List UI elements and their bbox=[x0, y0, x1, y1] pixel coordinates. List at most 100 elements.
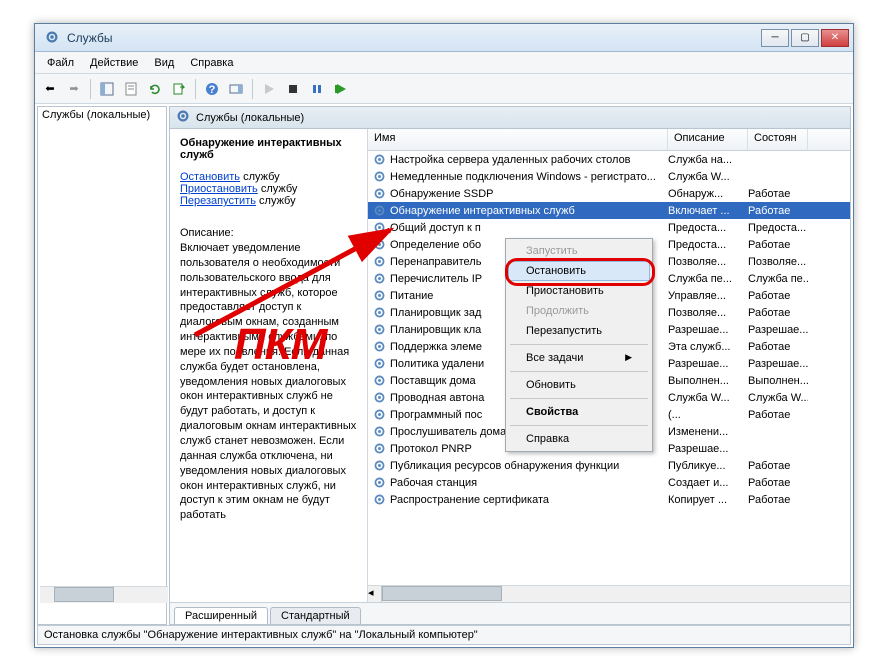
service-desc: Служба W... bbox=[668, 171, 748, 183]
service-desc: Изменени... bbox=[668, 426, 748, 438]
service-desc: Разрешае... bbox=[668, 443, 748, 455]
gear-icon bbox=[371, 408, 387, 421]
service-state: Разрешае... bbox=[748, 358, 808, 370]
titlebar[interactable]: Службы ─ ▢ ✕ bbox=[35, 24, 853, 52]
description-text: Включает уведомление пользователя о необ… bbox=[180, 241, 357, 523]
svg-text:?: ? bbox=[209, 84, 216, 96]
col-state[interactable]: Состоян bbox=[748, 129, 808, 150]
gear-icon bbox=[371, 442, 387, 455]
tab-standard[interactable]: Стандартный bbox=[270, 607, 361, 624]
show-hide-button[interactable] bbox=[96, 78, 118, 100]
service-row[interactable]: Распространение сертификатаКопирует ...Р… bbox=[368, 491, 850, 508]
ctx-pause[interactable]: Приостановить bbox=[508, 281, 650, 301]
maximize-button[interactable]: ▢ bbox=[791, 29, 819, 47]
service-row[interactable]: Публикация ресурсов обнаружения функцииП… bbox=[368, 457, 850, 474]
restart-service-button[interactable] bbox=[330, 78, 352, 100]
service-state: Выполнен... bbox=[748, 375, 808, 387]
export-button[interactable] bbox=[168, 78, 190, 100]
gear-icon bbox=[371, 476, 387, 489]
service-name: Рабочая станция bbox=[390, 477, 668, 489]
detail-title: Обнаружение интерактивных служб bbox=[180, 137, 357, 161]
service-state: Работае bbox=[748, 239, 808, 251]
service-row[interactable]: Рабочая станцияСоздает и...Работае bbox=[368, 474, 850, 491]
service-name: Настройка сервера удаленных рабочих стол… bbox=[390, 154, 668, 166]
service-name: Обнаружение интерактивных служб bbox=[390, 205, 668, 217]
ctx-properties[interactable]: Свойства bbox=[508, 402, 650, 422]
service-desc: Служба пе... bbox=[668, 273, 748, 285]
service-row[interactable]: Общий доступ к пПредоста...Предоста... bbox=[368, 219, 850, 236]
refresh-button[interactable] bbox=[144, 78, 166, 100]
menu-view[interactable]: Вид bbox=[146, 54, 182, 72]
service-state: Работае bbox=[748, 290, 808, 302]
tree-item-services-local[interactable]: Службы (локальные) bbox=[38, 107, 166, 123]
service-desc: Включает ... bbox=[668, 205, 748, 217]
stop-service-button[interactable] bbox=[282, 78, 304, 100]
service-state: Позволяе... bbox=[748, 256, 808, 268]
service-desc: Обнаруж... bbox=[668, 188, 748, 200]
start-service-button[interactable] bbox=[258, 78, 280, 100]
properties-button[interactable] bbox=[120, 78, 142, 100]
service-desc: Создает и... bbox=[668, 477, 748, 489]
service-state: Работае bbox=[748, 205, 808, 217]
gear-icon bbox=[371, 187, 387, 200]
service-desc: Служба на... bbox=[668, 154, 748, 166]
col-name[interactable]: Имя bbox=[368, 129, 668, 150]
service-name: Публикация ресурсов обнаружения функции bbox=[390, 460, 668, 472]
gear-icon bbox=[371, 238, 387, 251]
service-desc: Разрешае... bbox=[668, 324, 748, 336]
pause-service-button[interactable] bbox=[306, 78, 328, 100]
gear-icon bbox=[371, 459, 387, 472]
list-header: Имя Описание Состоян bbox=[368, 129, 850, 151]
service-name: Немедленные подключения Windows - регист… bbox=[390, 171, 668, 183]
description-label: Описание: bbox=[180, 227, 357, 239]
service-row[interactable]: Настройка сервера удаленных рабочих стол… bbox=[368, 151, 850, 168]
service-row[interactable]: Обнаружение SSDPОбнаруж...Работае bbox=[368, 185, 850, 202]
stop-link[interactable]: Остановить bbox=[180, 171, 240, 183]
service-row[interactable]: Обнаружение интерактивных службВключает … bbox=[368, 202, 850, 219]
help-button[interactable]: ? bbox=[201, 78, 223, 100]
gear-icon bbox=[371, 272, 387, 285]
toolbar: ⬅ ➡ ? bbox=[35, 74, 853, 104]
ctx-all-tasks[interactable]: Все задачи▶ bbox=[508, 348, 650, 368]
service-desc: Разрешае... bbox=[668, 358, 748, 370]
gear-icon bbox=[371, 306, 387, 319]
gear-icon bbox=[371, 340, 387, 353]
ctx-help[interactable]: Справка bbox=[508, 429, 650, 449]
ctx-restart[interactable]: Перезапустить bbox=[508, 321, 650, 341]
menu-action[interactable]: Действие bbox=[82, 54, 146, 72]
pause-link[interactable]: Приостановить bbox=[180, 183, 258, 195]
service-desc: (... bbox=[668, 409, 748, 421]
service-state: Служба пе... bbox=[748, 273, 808, 285]
ctx-stop[interactable]: Остановить bbox=[508, 261, 650, 281]
menu-help[interactable]: Справка bbox=[182, 54, 241, 72]
gear-icon bbox=[371, 170, 387, 183]
forward-button[interactable]: ➡ bbox=[63, 78, 85, 100]
service-desc: Выполнен... bbox=[668, 375, 748, 387]
service-state: Работае bbox=[748, 494, 808, 506]
menu-file[interactable]: Файл bbox=[39, 54, 82, 72]
console-tree[interactable]: Службы (локальные) bbox=[37, 106, 167, 625]
action-pane-button[interactable] bbox=[225, 78, 247, 100]
detail-pane: Обнаружение интерактивных служб Останови… bbox=[170, 129, 368, 602]
service-desc: Публикуе... bbox=[668, 460, 748, 472]
window-title: Службы bbox=[67, 31, 761, 45]
service-name: Общий доступ к п bbox=[390, 222, 668, 234]
result-header: Службы (локальные) bbox=[170, 107, 850, 129]
gear-icon bbox=[371, 425, 387, 438]
service-name: Обнаружение SSDP bbox=[390, 188, 668, 200]
gear-icon bbox=[371, 255, 387, 268]
service-row[interactable]: Немедленные подключения Windows - регист… bbox=[368, 168, 850, 185]
back-button[interactable]: ⬅ bbox=[39, 78, 61, 100]
close-button[interactable]: ✕ bbox=[821, 29, 849, 47]
restart-link[interactable]: Перезапустить bbox=[180, 195, 256, 207]
statusbar: Остановка службы "Обнаружение интерактив… bbox=[37, 625, 851, 645]
ctx-resume: Продолжить bbox=[508, 301, 650, 321]
col-desc[interactable]: Описание bbox=[668, 129, 748, 150]
minimize-button[interactable]: ─ bbox=[761, 29, 789, 47]
service-desc: Служба W... bbox=[668, 392, 748, 404]
tab-extended[interactable]: Расширенный bbox=[174, 607, 268, 624]
service-state: Работае bbox=[748, 477, 808, 489]
ctx-refresh[interactable]: Обновить bbox=[508, 375, 650, 395]
context-menu: Запустить Остановить Приостановить Продо… bbox=[505, 238, 653, 452]
gear-icon bbox=[371, 493, 387, 506]
